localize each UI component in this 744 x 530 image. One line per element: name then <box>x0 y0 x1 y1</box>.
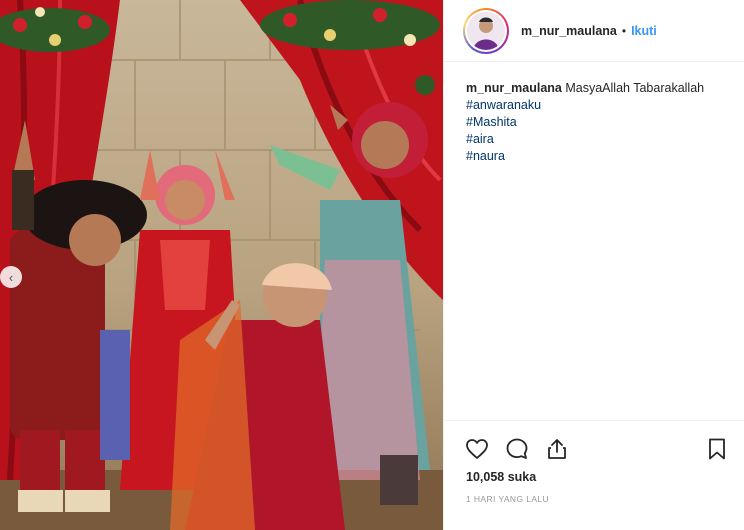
hashtag-link[interactable]: #anwaranaku <box>466 97 736 114</box>
post-side-panel: m_nur_maulana • Ikuti m_nur_maulana Masy… <box>443 0 744 530</box>
hashtag-link[interactable]: #aira <box>466 131 736 148</box>
post-header: m_nur_maulana • Ikuti <box>444 0 744 62</box>
caption-text: MasyaAllah Tabarakallah <box>565 81 705 95</box>
post-caption: m_nur_maulana MasyaAllah Tabarakallah #a… <box>466 80 736 165</box>
post-author-username[interactable]: m_nur_maulana <box>521 24 617 38</box>
hashtag-link[interactable]: #naura <box>466 148 736 165</box>
like-count[interactable]: 10,058 suka <box>466 470 536 484</box>
comment-icon <box>506 438 528 459</box>
post-timestamp[interactable]: 1 HARI YANG LALU <box>466 494 549 504</box>
bookmark-icon <box>709 438 725 460</box>
action-buttons <box>465 437 571 463</box>
post-actions-bar: 10,058 suka 1 HARI YANG LALU <box>444 420 744 530</box>
save-button[interactable] <box>705 437 731 463</box>
hashtag-link[interactable]: #Mashita <box>466 114 736 131</box>
avatar[interactable] <box>463 7 509 54</box>
photo-illustration <box>0 0 443 530</box>
avatar-image <box>467 11 505 50</box>
share-button[interactable] <box>545 437 571 463</box>
share-icon <box>548 439 566 459</box>
caption-username[interactable]: m_nur_maulana <box>466 81 562 95</box>
post-photo[interactable]: ‹ <box>0 0 443 530</box>
like-button[interactable] <box>465 437 491 463</box>
follow-button[interactable]: Ikuti <box>631 24 657 38</box>
chevron-left-icon: ‹ <box>8 269 14 285</box>
separator-dot: • <box>621 23 627 38</box>
heart-icon <box>466 439 488 459</box>
comment-button[interactable] <box>505 437 531 463</box>
previous-image-button[interactable]: ‹ <box>0 266 22 288</box>
